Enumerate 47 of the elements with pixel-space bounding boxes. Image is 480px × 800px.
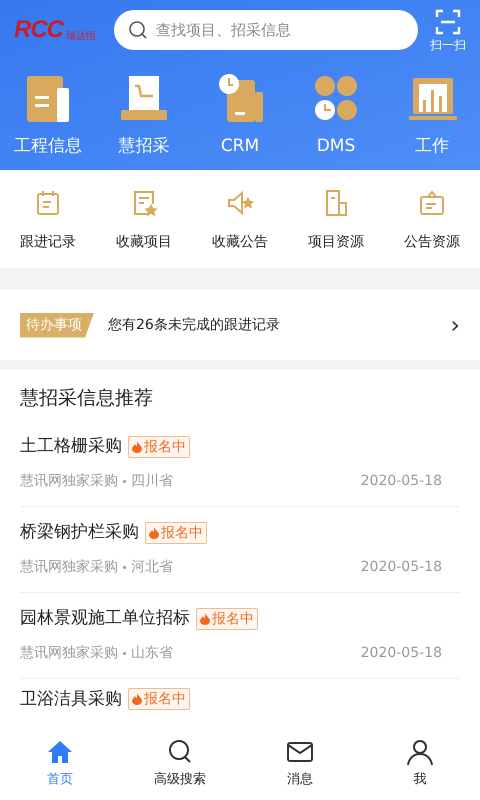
briefcase-icon [417, 188, 447, 218]
tab-bar-item[interactable]: 我 [360, 738, 480, 790]
todo-tag: 待办事项 [20, 312, 94, 338]
tender-title: 园林景观施工单位招标 [20, 606, 190, 630]
chevron-icon: › [450, 313, 460, 337]
tender-source: 慧讯网独家采购 [20, 644, 118, 664]
search-field[interactable]: 查找项目、招采信息 [114, 10, 418, 50]
scan-button[interactable]: 扫一扫 [430, 9, 466, 51]
todo-bar[interactable]: 待办事项 您有26条未完成的跟进记录 › [0, 290, 480, 360]
tender-date: 2020-05-18 [360, 558, 442, 578]
status-badge: 报名中 [128, 436, 190, 458]
tender-region: 四川省 [131, 472, 174, 492]
scan-icon [435, 9, 461, 35]
tender-date: 2020-05-18 [360, 644, 442, 664]
status-badge: 报名中 [128, 688, 190, 710]
main-nav-item[interactable]: 工程信息 [14, 134, 82, 160]
tender-title: 土工格栅采购 [20, 434, 122, 458]
shortcut-item[interactable]: 公告资源 [404, 232, 460, 253]
flame-icon [132, 440, 142, 452]
user-icon [406, 738, 434, 766]
tender-title: 桥梁钢护栏采购 [20, 520, 139, 544]
shortcut-item[interactable]: 收藏公告 [212, 232, 268, 253]
flame-icon [132, 693, 142, 706]
section-title: 慧招采信息推荐 [20, 386, 154, 411]
search-icon [128, 20, 148, 40]
status-badge: 报名中 [196, 608, 258, 630]
tender-region: 山东省 [131, 644, 174, 664]
tab-bar-item[interactable]: 高级搜索 [120, 738, 240, 790]
flame-icon [200, 612, 210, 624]
tender-region: 河北省 [131, 558, 174, 578]
shortcut-item[interactable]: 项目资源 [308, 232, 364, 253]
shortcut-item[interactable]: 跟进记录 [20, 232, 76, 253]
todo-text: 您有26条未完成的跟进记录 [108, 316, 281, 334]
tender-title: 卫浴洁具采购 [20, 688, 122, 710]
tender-date: 2020-05-18 [360, 472, 442, 492]
tender-source: 慧讯网独家采购 [20, 472, 118, 492]
tab-bar-item[interactable]: 首页 [0, 738, 120, 790]
main-nav-item[interactable]: 慧招采 [118, 134, 170, 160]
tender-source: 慧讯网独家采购 [20, 558, 118, 578]
speaker-star-icon [225, 188, 255, 218]
logo-mark: RCC [14, 18, 63, 42]
shortcut-item[interactable]: 收藏项目 [116, 232, 172, 253]
logo-name: 瑞达恒 [66, 32, 96, 42]
tab-bar-item[interactable]: 消息 [240, 738, 360, 790]
flame-icon [149, 526, 159, 538]
status-badge: 报名中 [145, 522, 207, 544]
home-icon [46, 738, 74, 766]
